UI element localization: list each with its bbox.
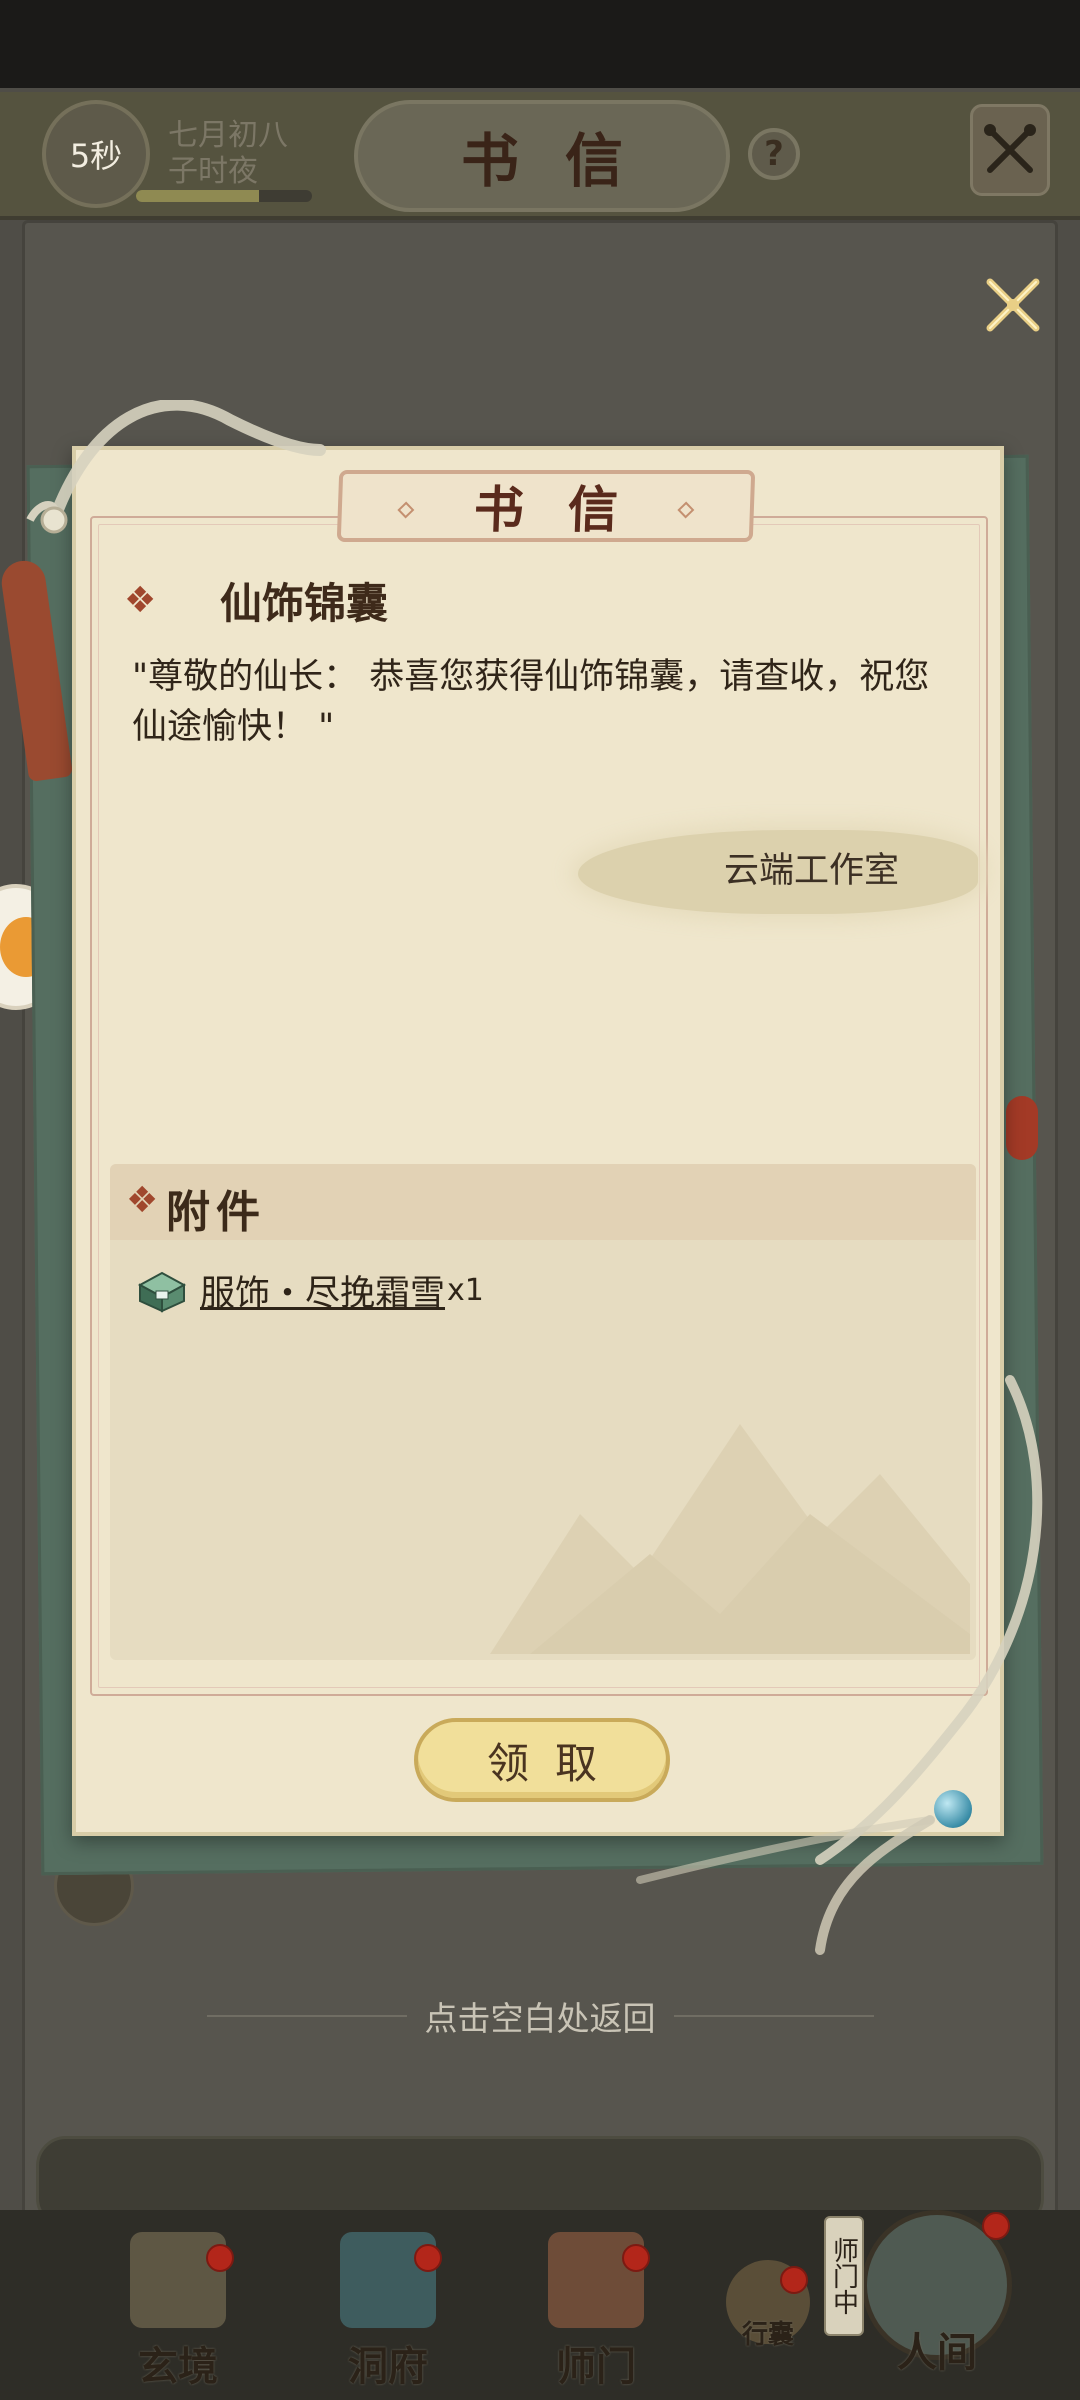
time-of-day: 子时夜 [168, 154, 258, 189]
time-progress-fill [136, 190, 260, 202]
diamond-ornament-icon [397, 501, 415, 519]
nav-label: 人间 [897, 2329, 977, 2376]
header-title: 书信 [460, 127, 669, 195]
bottom-nav: 玄境 洞府 师门 行囊 人间 师门中 [0, 2210, 1080, 2400]
letter-title: 书信 [472, 480, 663, 539]
tools-button[interactable] [970, 104, 1050, 196]
jade-bead-ornament [934, 1790, 972, 1828]
nav-label: 玄境 [138, 2343, 218, 2390]
diamond-ornament-icon [677, 501, 695, 519]
letter-panel: 书信 ❖ 仙饰锦囊 "尊敬的仙长： 恭喜您获得仙饰锦囊，请查收，祝您仙途愉快！ … [72, 446, 1004, 1836]
attachment-item-quantity: x1 [447, 1272, 484, 1308]
help-icon: ? [764, 134, 784, 174]
letter-subject: 仙饰锦囊 [220, 579, 389, 628]
attachment-item-name[interactable]: 服饰・尽挽霜雪 [200, 1265, 445, 1316]
ribbon-right [1006, 1096, 1038, 1160]
claim-button-label: 领取 [486, 1738, 623, 1788]
attachment-item[interactable]: 服饰・尽挽霜雪 x1 [136, 1260, 484, 1320]
claim-button[interactable]: 领取 [414, 1718, 670, 1802]
notification-dot [982, 2212, 1010, 2240]
mountain-watermark [490, 1424, 970, 1654]
crossed-tools-icon [984, 124, 1036, 173]
side-tag: 师门中 [824, 2216, 864, 2336]
timer-text: 5秒 [69, 137, 123, 175]
letter-body: "尊敬的仙长： 恭喜您获得仙饰锦囊，请查收，祝您仙途愉快！ " [132, 657, 930, 747]
notification-dot [206, 2244, 234, 2272]
nav-label: 师门 [556, 2343, 636, 2390]
subject-marker-icon: ❖ [124, 580, 157, 621]
status-bar [0, 0, 1080, 88]
attachment-marker-icon: ❖ [126, 1180, 159, 1221]
attachment-box: ❖ 附件 服饰・尽挽霜雪 x1 [110, 1164, 976, 1660]
close-button[interactable] [980, 272, 1046, 338]
return-hint: 点击空白处返回 [424, 1999, 656, 2038]
timer-badge: 5秒 [42, 100, 150, 208]
nav-label: 行囊 [741, 2320, 794, 2350]
letter-title-plate: 书信 [336, 470, 756, 542]
header-title-plate: 书信 [354, 100, 730, 212]
return-hint-row[interactable]: 点击空白处返回 [0, 1990, 1080, 2042]
notification-dot [780, 2266, 808, 2294]
nav-label: 洞府 [348, 2343, 428, 2390]
notification-dot [622, 2244, 650, 2272]
help-button[interactable]: ? [748, 128, 800, 180]
attachment-title: 附件 [166, 1187, 266, 1238]
attachment-header: ❖ 附件 [110, 1164, 976, 1240]
notification-dot [414, 2244, 442, 2272]
hint-divider-left [206, 2015, 407, 2017]
treasure-chest-icon [137, 1271, 187, 1313]
letter-sender: 云端工作室 [724, 851, 900, 891]
time-progress-bar [136, 190, 312, 202]
hint-divider-right [673, 2015, 874, 2017]
